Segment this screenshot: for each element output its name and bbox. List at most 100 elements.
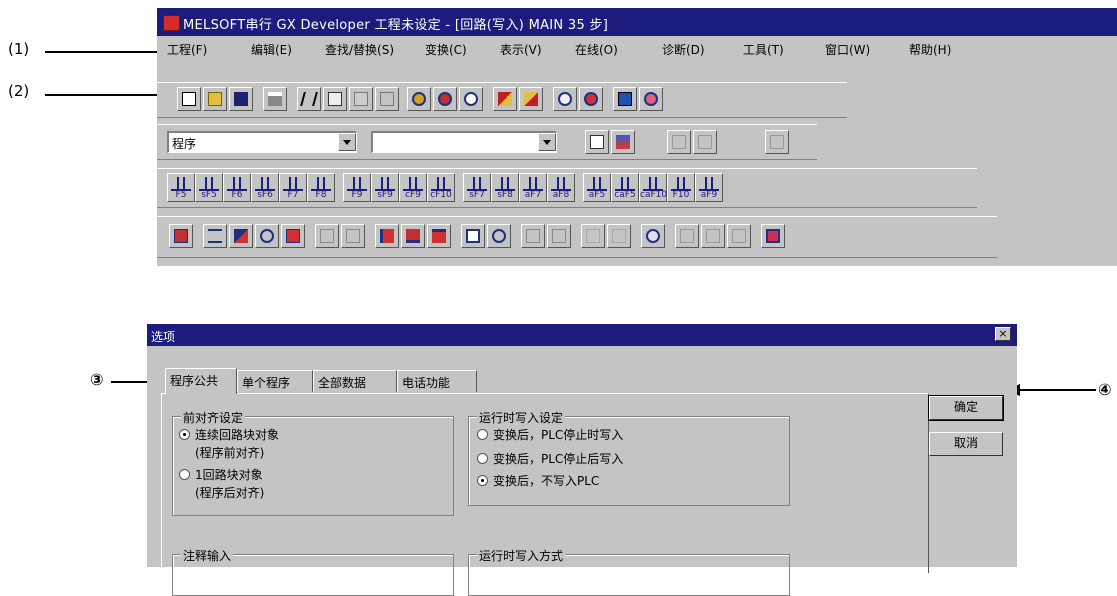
- radio-write-after-stop[interactable]: [477, 453, 488, 464]
- monitor-button[interactable]: [639, 87, 663, 111]
- project-data-list-button[interactable]: [585, 130, 609, 154]
- new-file-icon: [182, 92, 196, 106]
- batch-monitor-bit-button[interactable]: [727, 224, 751, 248]
- comment-search-button[interactable]: [487, 224, 511, 248]
- find-instruction-button[interactable]: [433, 87, 457, 111]
- key-label: F9: [351, 190, 363, 200]
- timing-chart-button[interactable]: [341, 224, 365, 248]
- project-tree-button[interactable]: [611, 130, 635, 154]
- tab-phone-function[interactable]: 电话功能: [397, 370, 477, 392]
- operation-result-rising-button[interactable]: aF5: [583, 173, 611, 202]
- comment-edit-button[interactable]: [493, 87, 517, 111]
- draw-line-button[interactable]: F10: [667, 173, 695, 202]
- entry-monitor-button[interactable]: [255, 224, 279, 248]
- ok-button[interactable]: 确定: [928, 395, 1004, 421]
- parallel-rising-pulse-button[interactable]: aF7: [519, 173, 547, 202]
- cancel-button[interactable]: 取消: [929, 432, 1003, 456]
- device-batch-button[interactable]: [169, 224, 193, 248]
- close-icon[interactable]: ×: [995, 327, 1011, 341]
- program-name-combo[interactable]: [371, 131, 557, 153]
- write-mode-button[interactable]: [693, 130, 717, 154]
- vertical-line-button[interactable]: sF9: [371, 173, 399, 202]
- parallel-falling-pulse-button[interactable]: aF8: [547, 173, 575, 202]
- menu-help[interactable]: 帮助(H): [909, 41, 951, 58]
- paste-button[interactable]: [349, 87, 373, 111]
- batch-monitor-bit-icon: [732, 229, 746, 243]
- zoom-in-button[interactable]: [553, 87, 577, 111]
- open-project-button[interactable]: [203, 87, 227, 111]
- plc-diagnostics-button[interactable]: [641, 224, 665, 248]
- rising-pulse-contact-button[interactable]: sF7: [463, 173, 491, 202]
- menu-edit[interactable]: 编辑(E): [251, 41, 292, 58]
- parallel-closed-contact-button[interactable]: sF6: [251, 173, 279, 202]
- comment-input-group: 注释输入: [172, 547, 454, 596]
- device-list-button[interactable]: [461, 224, 485, 248]
- key-label: sF5: [201, 190, 217, 200]
- delete-vertical-line-button[interactable]: cF10: [427, 173, 455, 202]
- program-type-combo[interactable]: 程序: [167, 131, 357, 153]
- save-project-button[interactable]: [229, 87, 253, 111]
- menu-window[interactable]: 窗口(W): [825, 41, 870, 58]
- parallel-open-contact-button[interactable]: sF5: [195, 173, 223, 202]
- read-mode-button[interactable]: [667, 130, 691, 154]
- menu-diagnostics[interactable]: 诊断(D): [662, 41, 705, 58]
- step-list-button[interactable]: [547, 224, 571, 248]
- horizontal-line-button[interactable]: F9: [343, 173, 371, 202]
- online-write-setting-group: 运行时写入设定 变换后，PLC停止时写入 变换后，PLC停止后写入 变换后，不写…: [468, 409, 790, 506]
- parameter-button[interactable]: [613, 87, 637, 111]
- device-test-button[interactable]: [281, 224, 305, 248]
- radio-no-write[interactable]: [477, 475, 488, 486]
- print-button[interactable]: [263, 87, 287, 111]
- ladder-check-button[interactable]: [375, 224, 399, 248]
- program-check-button[interactable]: [401, 224, 425, 248]
- tab-all-data[interactable]: 全部数据: [313, 370, 397, 392]
- copy-button[interactable]: [323, 87, 347, 111]
- delete-line-button[interactable]: aF9: [695, 173, 723, 202]
- save-disk-icon: [234, 92, 248, 106]
- menu-project[interactable]: 工程(F): [167, 41, 207, 58]
- statement-edit-button[interactable]: [519, 87, 543, 111]
- find-contact-button[interactable]: [459, 87, 483, 111]
- batch-monitor-word-button[interactable]: [701, 224, 725, 248]
- magnifier-icon: [558, 92, 572, 106]
- chevron-down-icon[interactable]: [538, 133, 556, 151]
- application-instruction-button[interactable]: F8: [307, 173, 335, 202]
- scissors-icon: [300, 92, 318, 106]
- new-project-button[interactable]: [177, 87, 201, 111]
- invert-result-button[interactable]: caF10: [639, 173, 667, 202]
- menu-view[interactable]: 表示(V): [500, 41, 542, 58]
- closed-contact-button[interactable]: F6: [223, 173, 251, 202]
- list-display-button[interactable]: [203, 224, 227, 248]
- option-single-block-label: 1回路块对象: [195, 468, 263, 482]
- step-execute-button[interactable]: [521, 224, 545, 248]
- remote-stop-button[interactable]: [607, 224, 631, 248]
- find-device-button[interactable]: [407, 87, 431, 111]
- operation-result-falling-button[interactable]: caF5: [611, 173, 639, 202]
- batch-monitor-button[interactable]: [675, 224, 699, 248]
- zoom-out-button[interactable]: [579, 87, 603, 111]
- falling-pulse-contact-button[interactable]: sF8: [491, 173, 519, 202]
- cut-button[interactable]: [297, 87, 321, 111]
- tab-single-program[interactable]: 单个程序: [237, 370, 313, 392]
- menu-find-replace[interactable]: 查找/替换(S): [325, 41, 394, 58]
- menu-online[interactable]: 在线(O): [575, 41, 618, 58]
- menu-convert[interactable]: 变换(C): [425, 41, 467, 58]
- coil-button[interactable]: F7: [279, 173, 307, 202]
- menu-tools[interactable]: 工具(T): [743, 41, 784, 58]
- ladder-write-button[interactable]: [229, 224, 253, 248]
- monitor-mode-button[interactable]: [765, 130, 789, 154]
- cross-reference-button[interactable]: [427, 224, 451, 248]
- tab-program-common[interactable]: 程序公共: [165, 368, 237, 394]
- radio-single-block[interactable]: [179, 469, 190, 480]
- delete-horizontal-line-button[interactable]: cF9: [399, 173, 427, 202]
- window-arrange-button[interactable]: [761, 224, 785, 248]
- key-label: sF7: [469, 190, 485, 200]
- open-contact-button[interactable]: F5: [167, 173, 195, 202]
- sample-trace-button[interactable]: [315, 224, 339, 248]
- chevron-down-icon[interactable]: [338, 133, 356, 151]
- undo-button[interactable]: [375, 87, 399, 111]
- radio-write-when-stopped[interactable]: [477, 429, 488, 440]
- radio-continuous-block[interactable]: [179, 429, 190, 440]
- remote-run-button[interactable]: [581, 224, 605, 248]
- program-check-icon: [406, 229, 420, 243]
